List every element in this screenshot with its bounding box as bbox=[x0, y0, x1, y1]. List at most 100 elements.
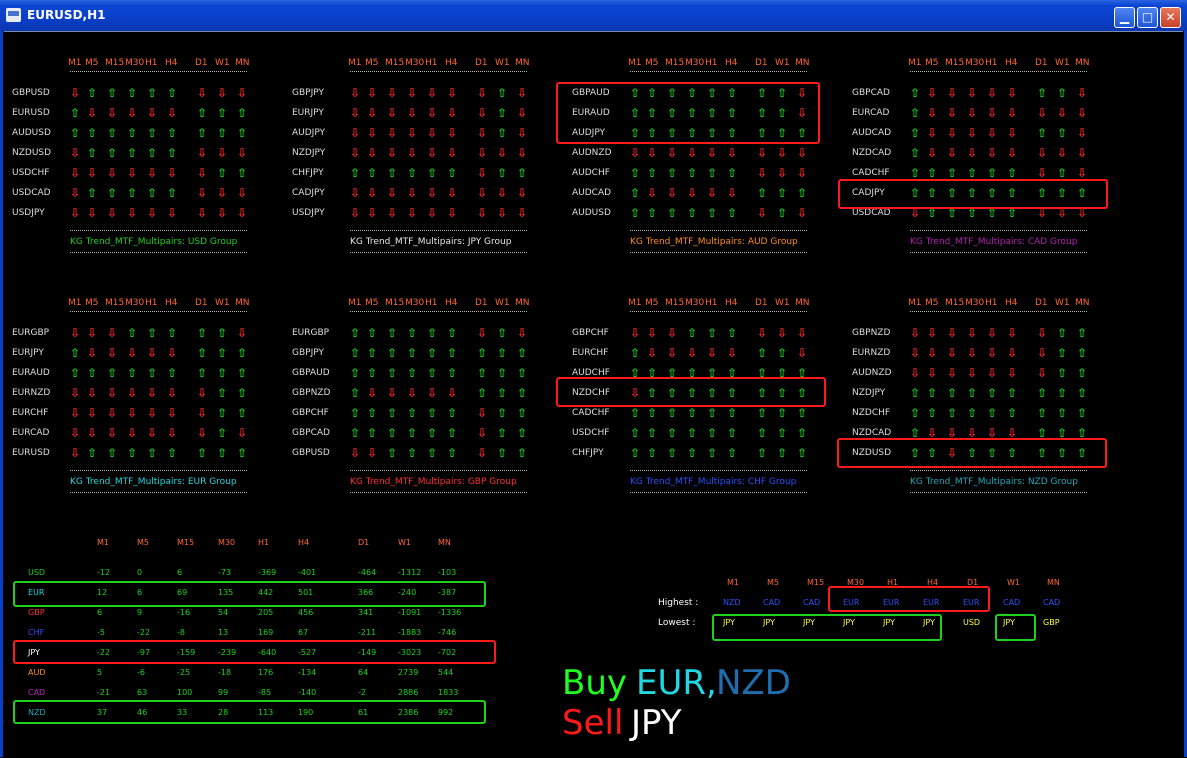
timeframe-header: H1 bbox=[425, 58, 438, 68]
trend-down-arrow-icon: ⇩ bbox=[967, 366, 978, 380]
trend-up-arrow-icon: ⇧ bbox=[350, 166, 361, 180]
trend-down-arrow-icon: ⇩ bbox=[727, 346, 738, 360]
pair-label: EURUSD bbox=[12, 448, 50, 458]
timeframe-header: M1 bbox=[628, 298, 642, 308]
trend-up-arrow-icon: ⇧ bbox=[147, 126, 158, 140]
header-separator bbox=[70, 71, 247, 72]
timeframe-header: M30 bbox=[685, 58, 705, 68]
timeframe-header: M15 bbox=[385, 298, 405, 308]
trend-up-arrow-icon: ⇧ bbox=[517, 166, 528, 180]
trend-up-arrow-icon: ⇧ bbox=[757, 446, 768, 460]
pair-label: NZDCAD bbox=[852, 428, 892, 438]
strength-value: 456 bbox=[298, 608, 314, 617]
maximize-button[interactable]: □ bbox=[1137, 7, 1158, 28]
trend-up-arrow-icon: ⇧ bbox=[350, 366, 361, 380]
trend-down-arrow-icon: ⇩ bbox=[947, 346, 958, 360]
window-title: EURUSD,H1 bbox=[27, 8, 106, 22]
timeframe-header: H1 bbox=[145, 298, 158, 308]
trend-down-arrow-icon: ⇩ bbox=[707, 146, 718, 160]
trend-up-arrow-icon: ⇧ bbox=[497, 346, 508, 360]
trend-down-arrow-icon: ⇩ bbox=[147, 346, 158, 360]
chart-area[interactable]: M1 M5 M15 M30 H1 H4 D1 W1 MN GBPUSD ⇩ ⇧ ⇧ ⇧ ⇧ ⇧ ⇩ ⇩ ⇩ EURUS… bbox=[4, 31, 1183, 758]
pair-label: USDCHF bbox=[572, 428, 610, 438]
strength-value: -85 bbox=[258, 688, 272, 697]
timeframe-header: D1 bbox=[195, 298, 208, 308]
pair-label: CADJPY bbox=[292, 188, 325, 198]
highest-currency: CAD bbox=[763, 598, 781, 607]
trend-up-arrow-icon: ⇧ bbox=[707, 426, 718, 440]
pair-label: AUDNZD bbox=[572, 148, 612, 158]
timeframe-header: M30 bbox=[405, 58, 425, 68]
trend-up-arrow-icon: ⇧ bbox=[1037, 406, 1048, 420]
pair-label: GBPCHF bbox=[572, 328, 609, 338]
trend-down-arrow-icon: ⇩ bbox=[427, 106, 438, 120]
trend-down-arrow-icon: ⇩ bbox=[237, 426, 248, 440]
timeframe-header: MN bbox=[795, 58, 810, 68]
trend-down-arrow-icon: ⇩ bbox=[197, 426, 208, 440]
trend-down-arrow-icon: ⇩ bbox=[687, 186, 698, 200]
trend-up-arrow-icon: ⇧ bbox=[777, 446, 788, 460]
trend-up-arrow-icon: ⇧ bbox=[217, 406, 228, 420]
trend-down-arrow-icon: ⇩ bbox=[70, 86, 81, 100]
trend-up-arrow-icon: ⇧ bbox=[70, 366, 81, 380]
footer-separator bbox=[910, 230, 1087, 231]
group-label: KG Trend_MTF_Multipairs: AUD Group bbox=[630, 237, 798, 247]
sell-signal-word: Sell bbox=[562, 703, 624, 743]
trend-down-arrow-icon: ⇩ bbox=[947, 326, 958, 340]
trend-down-arrow-icon: ⇩ bbox=[987, 126, 998, 140]
trend-up-arrow-icon: ⇧ bbox=[497, 126, 508, 140]
timeframe-header: H4 bbox=[445, 58, 458, 68]
close-button[interactable]: ✕ bbox=[1160, 7, 1181, 28]
strength-value: 544 bbox=[438, 668, 454, 677]
trend-down-arrow-icon: ⇩ bbox=[107, 406, 118, 420]
trend-up-arrow-icon: ⇧ bbox=[127, 326, 138, 340]
pair-label: CHFJPY bbox=[292, 168, 324, 178]
trend-down-arrow-icon: ⇩ bbox=[647, 326, 658, 340]
trend-down-arrow-icon: ⇩ bbox=[667, 146, 678, 160]
timeframe-header: H1 bbox=[985, 298, 998, 308]
trend-down-arrow-icon: ⇩ bbox=[87, 206, 98, 220]
title-bar[interactable]: EURUSD,H1 ▁ □ ✕ bbox=[0, 0, 1187, 31]
highlight-box bbox=[13, 700, 486, 724]
trend-down-arrow-icon: ⇩ bbox=[1037, 326, 1048, 340]
timeframe-header: MN bbox=[795, 298, 810, 308]
minimize-button[interactable]: ▁ bbox=[1114, 7, 1135, 28]
pair-label: EURUSD bbox=[12, 108, 50, 118]
trend-down-arrow-icon: ⇩ bbox=[517, 146, 528, 160]
timeframe-header: H1 bbox=[425, 298, 438, 308]
pair-label: EURNZD bbox=[852, 348, 891, 358]
trend-down-arrow-icon: ⇩ bbox=[70, 426, 81, 440]
trend-down-arrow-icon: ⇩ bbox=[237, 206, 248, 220]
trend-down-arrow-icon: ⇩ bbox=[797, 326, 808, 340]
trend-down-arrow-icon: ⇩ bbox=[147, 206, 158, 220]
trend-down-arrow-icon: ⇩ bbox=[167, 346, 178, 360]
trend-down-arrow-icon: ⇩ bbox=[927, 106, 938, 120]
trend-down-arrow-icon: ⇩ bbox=[427, 126, 438, 140]
trend-down-arrow-icon: ⇩ bbox=[427, 386, 438, 400]
strength-value: -18 bbox=[218, 668, 232, 677]
trend-down-arrow-icon: ⇩ bbox=[987, 346, 998, 360]
trend-down-arrow-icon: ⇩ bbox=[647, 346, 658, 360]
trend-up-arrow-icon: ⇧ bbox=[127, 446, 138, 460]
strength-value: -1091 bbox=[398, 608, 422, 617]
footer-separator bbox=[630, 492, 807, 493]
trend-down-arrow-icon: ⇩ bbox=[167, 106, 178, 120]
trend-down-arrow-icon: ⇩ bbox=[927, 326, 938, 340]
trend-down-arrow-icon: ⇩ bbox=[87, 386, 98, 400]
trend-up-arrow-icon: ⇧ bbox=[630, 166, 641, 180]
trend-down-arrow-icon: ⇩ bbox=[477, 86, 488, 100]
trend-up-arrow-icon: ⇧ bbox=[107, 146, 118, 160]
trend-down-arrow-icon: ⇩ bbox=[927, 366, 938, 380]
trend-up-arrow-icon: ⇧ bbox=[407, 426, 418, 440]
footer-separator bbox=[910, 492, 1087, 493]
trend-up-arrow-icon: ⇧ bbox=[167, 366, 178, 380]
trend-up-arrow-icon: ⇧ bbox=[477, 346, 488, 360]
trend-down-arrow-icon: ⇩ bbox=[947, 86, 958, 100]
trend-up-arrow-icon: ⇧ bbox=[350, 386, 361, 400]
trend-down-arrow-icon: ⇩ bbox=[1077, 146, 1088, 160]
trend-down-arrow-icon: ⇩ bbox=[987, 106, 998, 120]
trend-down-arrow-icon: ⇩ bbox=[477, 446, 488, 460]
highlight-box bbox=[837, 438, 1107, 468]
pair-label: EURNZD bbox=[12, 388, 51, 398]
strength-value: 99 bbox=[218, 688, 229, 697]
